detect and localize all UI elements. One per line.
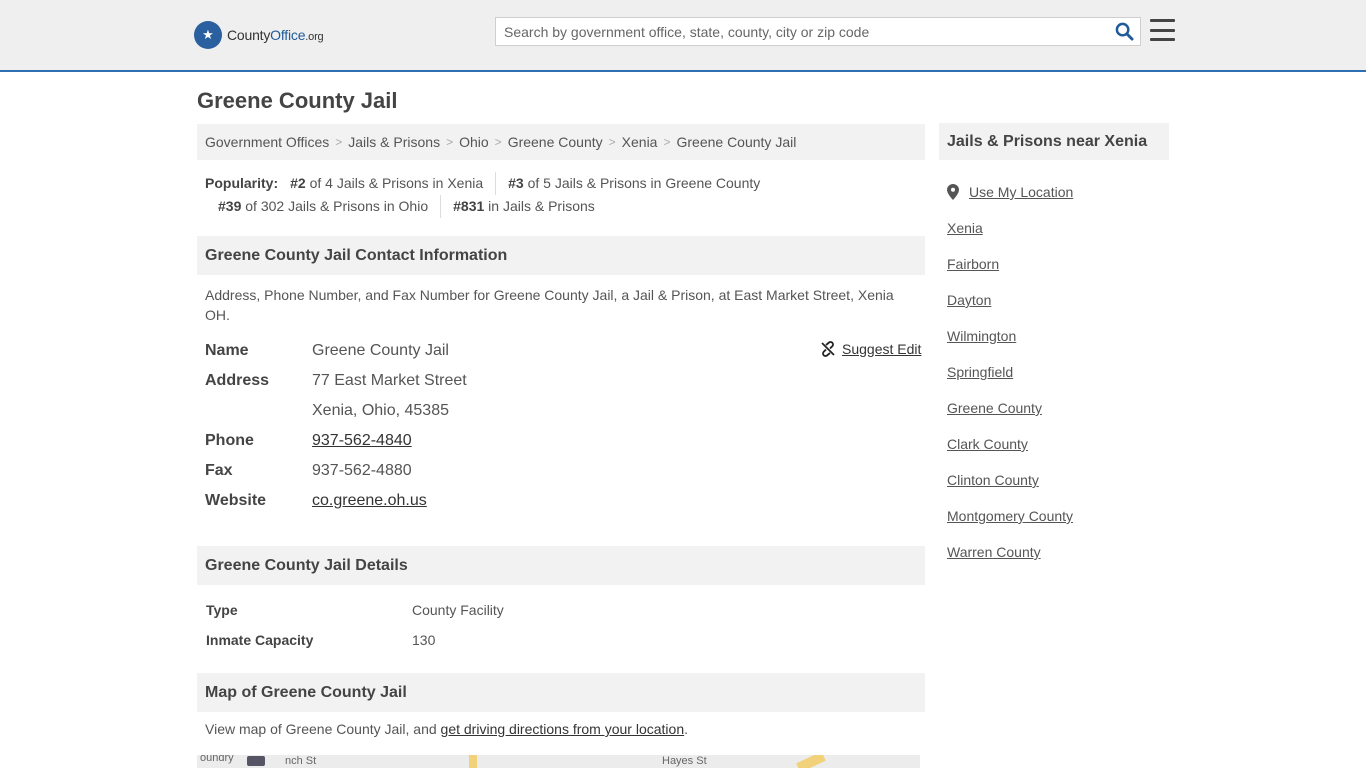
breadcrumb-item-jails-prisons[interactable]: Jails & Prisons [348, 134, 440, 150]
sidebar-link-dayton[interactable]: Dayton [947, 292, 991, 308]
name-label: Name [205, 342, 249, 359]
search-bar [495, 17, 1141, 46]
details-table: Type County Facility Inmate Capacity 130 [206, 595, 504, 655]
breadcrumb: Government Offices > Jails & Prisons > O… [197, 124, 925, 160]
capacity-label: Inmate Capacity [206, 632, 314, 648]
chevron-right-icon: > [608, 135, 616, 149]
map-description: View map of Greene County Jail, and get … [205, 721, 688, 737]
map[interactable]: oundry nch St Hayes St [197, 755, 920, 768]
popularity-rank: #2 of 4 Jails & Prisons in Xenia [290, 172, 497, 195]
phone-link[interactable]: 937-562-4840 [312, 432, 412, 450]
address-line2: Xenia, Ohio, 45385 [312, 402, 449, 419]
sidebar-link-clinton-county[interactable]: Clinton County [947, 472, 1039, 488]
search-icon [1115, 22, 1134, 41]
map-label: nch St [285, 755, 317, 767]
type-value: County Facility [412, 602, 504, 618]
website-label: Website [205, 492, 267, 509]
popularity-rank: #39 of 302 Jails & Prisons in Ohio [206, 195, 442, 218]
breadcrumb-item-government-offices[interactable]: Government Offices [205, 134, 329, 150]
map-marker [247, 756, 265, 766]
contact-info: Name Greene County Jail Address 77 East Ma… [205, 336, 925, 516]
page-title: Greene County Jail [197, 88, 398, 113]
search-input[interactable] [496, 18, 1108, 45]
capacity-value: 130 [412, 632, 436, 648]
map-road [469, 755, 477, 768]
phone-label: Phone [205, 432, 254, 449]
breadcrumb-item-greene-county[interactable]: Greene County [508, 134, 603, 150]
sidebar-link-fairborn[interactable]: Fairborn [947, 256, 999, 272]
seal-icon: ★ [194, 21, 222, 49]
sidebar-link-greene-county[interactable]: Greene County [947, 400, 1042, 416]
website-link[interactable]: co.greene.oh.us [312, 492, 427, 510]
breadcrumb-item-xenia[interactable]: Xenia [622, 134, 658, 150]
sidebar-link-warren-county[interactable]: Warren County [947, 544, 1041, 560]
site-logo[interactable]: ★ CountyOffice.org [194, 21, 324, 49]
chevron-right-icon: > [663, 135, 671, 149]
popularity-label: Popularity: [205, 175, 279, 191]
site-header: ★ CountyOffice.org [0, 0, 1366, 72]
popularity-rank: #831 in Jails & Prisons [453, 198, 595, 214]
chevron-right-icon: > [446, 135, 454, 149]
address-line1: 77 East Market Street [312, 372, 467, 389]
chevron-right-icon: > [335, 135, 343, 149]
fax-value: 937-562-4880 [312, 462, 412, 479]
sidebar-heading: Jails & Prisons near Xenia [939, 123, 1169, 160]
breadcrumb-item-current: Greene County Jail [676, 134, 797, 150]
popularity-section: Popularity: #2 of 4 Jails & Prisons in X… [205, 172, 925, 218]
location-pin-icon [947, 184, 959, 200]
type-label: Type [206, 602, 238, 618]
map-heading: Map of Greene County Jail [197, 673, 925, 712]
map-road [796, 755, 826, 768]
map-label: Hayes St [662, 755, 707, 767]
contact-heading: Greene County Jail Contact Information [197, 236, 925, 275]
use-my-location-link[interactable]: Use My Location [969, 184, 1073, 200]
driving-directions-link[interactable]: get driving directions from your locatio… [441, 721, 685, 737]
name-value: Greene County Jail [312, 342, 449, 359]
chevron-right-icon: > [494, 135, 502, 149]
sidebar-link-wilmington[interactable]: Wilmington [947, 328, 1016, 344]
hamburger-menu-icon[interactable] [1150, 19, 1175, 41]
details-heading: Greene County Jail Details [197, 546, 925, 585]
map-label: oundry [200, 755, 234, 764]
logo-text: CountyOffice.org [227, 27, 324, 43]
popularity-rank: #3 of 5 Jails & Prisons in Greene County [508, 175, 761, 191]
fax-label: Fax [205, 462, 233, 479]
sidebar-link-clark-county[interactable]: Clark County [947, 436, 1028, 452]
sidebar-link-montgomery-county[interactable]: Montgomery County [947, 508, 1073, 524]
sidebar-list: Use My Location Xenia Fairborn Dayton Wi… [947, 174, 1073, 570]
breadcrumb-item-ohio[interactable]: Ohio [459, 134, 489, 150]
sidebar-link-springfield[interactable]: Springfield [947, 364, 1013, 380]
address-label: Address [205, 372, 270, 389]
sidebar-link-xenia[interactable]: Xenia [947, 220, 983, 236]
search-button[interactable] [1108, 18, 1140, 45]
contact-description: Address, Phone Number, and Fax Number fo… [205, 287, 894, 323]
